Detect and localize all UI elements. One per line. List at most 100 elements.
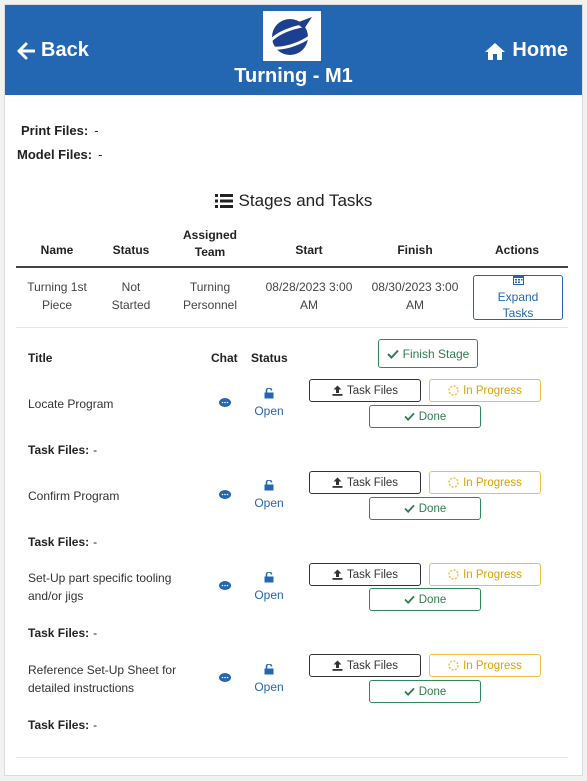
unlock-icon: [264, 571, 274, 583]
col-status: Status: [112, 243, 150, 257]
stage-name: Turning 1st Piece: [27, 280, 87, 312]
task-status[interactable]: Open: [249, 479, 289, 511]
task-status[interactable]: Open: [249, 571, 289, 603]
finish-stage-label: Finish Stage: [402, 346, 470, 361]
task-files-label: Task Files:: [28, 626, 90, 640]
model-files-label: Model Files:: [17, 147, 93, 162]
back-label: Back: [41, 39, 89, 61]
task-status-label: Open: [254, 680, 284, 694]
task-files-label: Task Files:: [28, 443, 90, 457]
task-files-row: Task Files: -: [28, 443, 97, 457]
tasks-col-status: Status: [251, 351, 288, 365]
back-button[interactable]: Back: [17, 39, 89, 62]
in-progress-button[interactable]: In Progress: [429, 471, 541, 494]
col-finish: Finish: [397, 243, 433, 257]
finish-stage-button[interactable]: Finish Stage: [378, 339, 478, 368]
bottom-divider: [16, 757, 568, 758]
arrow-left-icon: [17, 42, 35, 59]
expand-tasks-button[interactable]: Expand Tasks: [473, 275, 563, 320]
stage-status: Not Started: [111, 280, 151, 312]
task-files-value: -: [93, 443, 98, 457]
stages-heading: Stages and Tasks: [5, 191, 582, 211]
in-progress-label: In Progress: [463, 476, 522, 489]
print-files-value: -: [94, 123, 99, 138]
task-files-button[interactable]: Task Files: [309, 471, 421, 494]
stages-heading-text: Stages and Tasks: [238, 191, 373, 210]
task-files-row: Task Files: -: [28, 626, 97, 640]
done-button[interactable]: Done: [369, 680, 481, 703]
task-title: Locate Program: [28, 397, 114, 411]
table-divider: [16, 266, 568, 268]
done-label: Done: [418, 502, 447, 515]
unlock-icon: [264, 479, 274, 491]
tasks-col-title: Title: [28, 351, 53, 365]
done-label: Done: [418, 593, 447, 606]
chat-icon[interactable]: [219, 581, 231, 591]
spinner-icon: [448, 569, 459, 580]
spinner-icon: [448, 660, 459, 671]
spinner-icon: [448, 477, 459, 488]
list-icon: [214, 194, 233, 208]
calendar-icon: [512, 275, 524, 285]
task-files-button[interactable]: Task Files: [309, 563, 421, 586]
task-status-label: Open: [254, 404, 284, 418]
stage-start: 08/28/2023 3:00 AM: [265, 280, 353, 312]
task-files-label: Task Files:: [28, 535, 90, 549]
check-icon: [404, 687, 415, 696]
task-files-value: -: [93, 626, 98, 640]
in-progress-label: In Progress: [463, 384, 522, 397]
task-files-button[interactable]: Task Files: [309, 379, 421, 402]
print-files-label: Print Files:: [21, 123, 89, 138]
task-title: Set-Up part specific tooling and/or jigs: [28, 571, 172, 603]
chat-icon[interactable]: [219, 673, 231, 683]
task-title: Reference Set-Up Sheet for detailed inst…: [28, 663, 177, 695]
page-frame: Back Home Turning - M1 Print Files: - Mod…: [4, 4, 583, 776]
done-button[interactable]: Done: [369, 497, 481, 520]
check-icon: [404, 504, 415, 513]
col-actions: Actions: [494, 243, 539, 257]
task-status[interactable]: Open: [249, 387, 289, 419]
upload-icon: [332, 477, 343, 488]
check-icon: [404, 412, 415, 421]
chat-icon[interactable]: [219, 490, 231, 500]
in-progress-button[interactable]: In Progress: [429, 379, 541, 402]
print-files-row: Print Files: -: [21, 123, 99, 138]
unlock-icon: [264, 387, 274, 399]
home-label: Home: [512, 39, 568, 61]
chat-icon[interactable]: [219, 398, 231, 408]
task-status-label: Open: [254, 588, 284, 602]
company-logo: [263, 11, 321, 61]
upload-icon: [332, 385, 343, 396]
col-start: Start: [295, 243, 323, 257]
task-files-button[interactable]: Task Files: [309, 654, 421, 677]
expand-tasks-label: Expand Tasks: [497, 290, 539, 320]
done-button[interactable]: Done: [369, 405, 481, 428]
page-title: Turning - M1: [234, 65, 353, 87]
task-files-value: -: [93, 718, 98, 732]
upload-icon: [332, 660, 343, 671]
task-status[interactable]: Open: [249, 663, 289, 695]
task-files-value: -: [93, 535, 98, 549]
task-files-row: Task Files: -: [28, 535, 97, 549]
spinner-icon: [448, 385, 459, 396]
task-files-button-label: Task Files: [346, 384, 399, 397]
task-files-label: Task Files:: [28, 718, 90, 732]
unlock-icon: [264, 663, 274, 675]
home-button[interactable]: Home: [484, 39, 568, 62]
task-files-button-label: Task Files: [346, 476, 399, 489]
done-label: Done: [418, 410, 447, 423]
home-icon: [485, 42, 506, 60]
in-progress-label: In Progress: [463, 659, 522, 672]
in-progress-button[interactable]: In Progress: [429, 654, 541, 677]
col-name: Name: [40, 243, 74, 257]
done-button[interactable]: Done: [369, 588, 481, 611]
col-assigned-team: Assigned Team: [182, 228, 237, 259]
in-progress-button[interactable]: In Progress: [429, 563, 541, 586]
task-status-label: Open: [254, 496, 284, 510]
row-divider: [16, 327, 568, 328]
model-files-row: Model Files: -: [17, 147, 102, 162]
check-icon: [386, 349, 399, 359]
task-files-button-label: Task Files: [346, 568, 399, 581]
model-files-value: -: [98, 147, 103, 162]
task-files-button-label: Task Files: [346, 659, 399, 672]
